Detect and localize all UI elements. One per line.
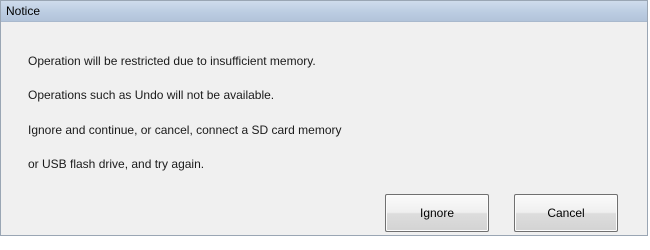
cancel-button[interactable]: Cancel [514,194,618,232]
dialog-title-bar[interactable]: Notice [1,1,647,22]
message-line-2: Operations such as Undo will not be avai… [28,88,275,102]
ignore-button[interactable]: Ignore [385,194,489,232]
message-line-1: Operation will be restricted due to insu… [28,54,316,68]
notice-dialog: Notice Operation will be restricted due … [0,0,648,236]
message-line-4: or USB flash drive, and try again. [28,157,205,171]
message-line-3: Ignore and continue, or cancel, connect … [28,123,342,137]
dialog-title: Notice [6,4,41,18]
